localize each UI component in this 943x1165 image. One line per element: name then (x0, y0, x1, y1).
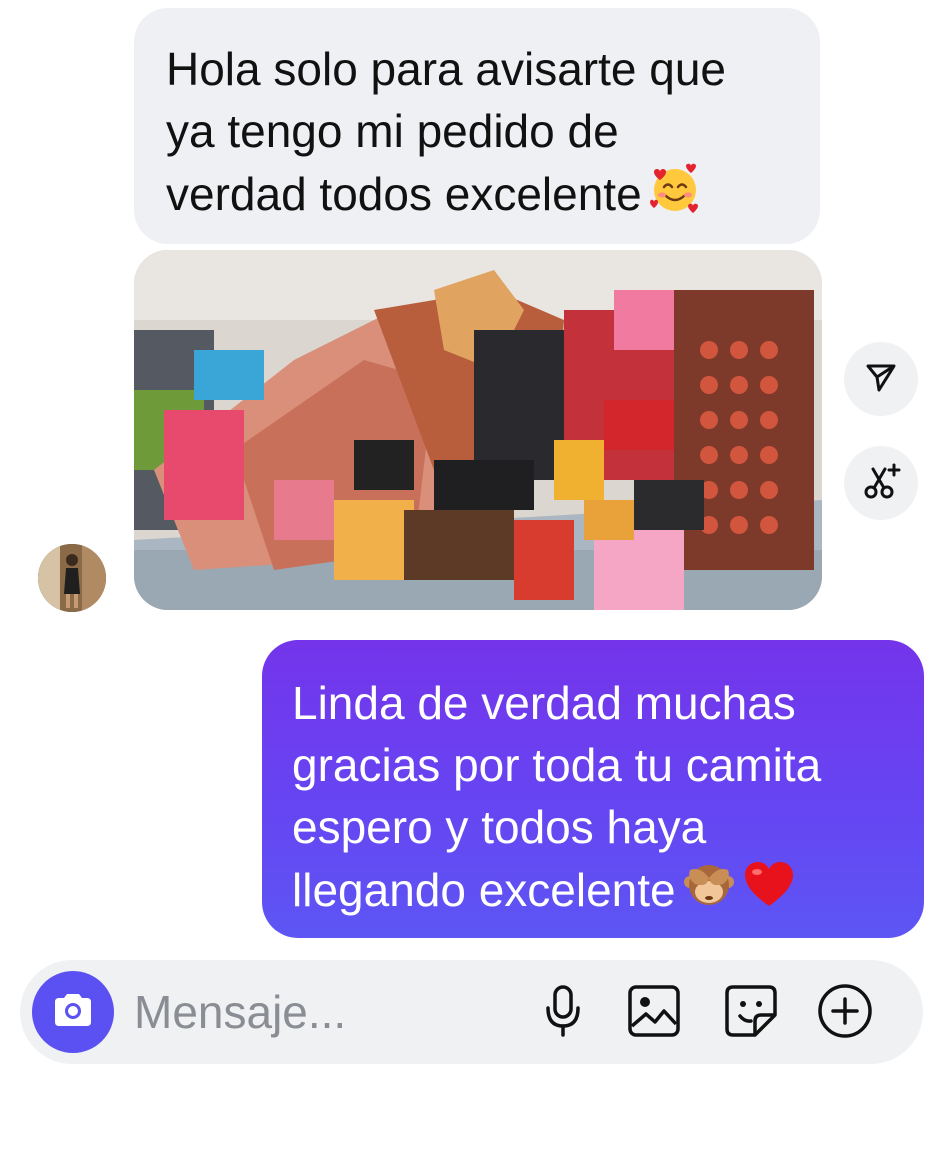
remix-button[interactable] (844, 446, 918, 520)
message-input[interactable] (134, 980, 514, 1044)
camera-button[interactable] (32, 971, 114, 1053)
share-button[interactable] (844, 342, 918, 416)
makeup-products-photo[interactable] (134, 250, 822, 610)
see-no-evil-monkey-emoji (682, 858, 736, 917)
smiling-face-with-hearts-emoji (648, 162, 702, 221)
more-options-button[interactable] (816, 983, 874, 1044)
photo-illustration (134, 250, 822, 610)
microphone-icon (543, 984, 583, 1043)
voice-message-button[interactable] (534, 984, 592, 1042)
message-composer (20, 960, 923, 1064)
gallery-button[interactable] (625, 984, 683, 1042)
red-heart-emoji (742, 858, 796, 917)
chat-screen: Hola solo para avisarte que ya tengo mi … (0, 0, 943, 1165)
incoming-message-text: Hola solo para avisarte que ya tengo mi … (166, 43, 726, 220)
outgoing-message-bubble[interactable]: Linda de verdad muchas gracias por toda … (262, 640, 924, 938)
sticker-icon (724, 984, 778, 1043)
image-icon (627, 984, 681, 1043)
remix-scissors-icon (861, 461, 901, 506)
incoming-message-bubble[interactable]: Hola solo para avisarte que ya tengo mi … (134, 8, 820, 244)
send-icon (864, 360, 898, 399)
avatar[interactable] (38, 544, 106, 612)
sticker-button[interactable] (722, 984, 780, 1042)
camera-icon (51, 990, 95, 1035)
plus-circle-icon (817, 983, 873, 1044)
